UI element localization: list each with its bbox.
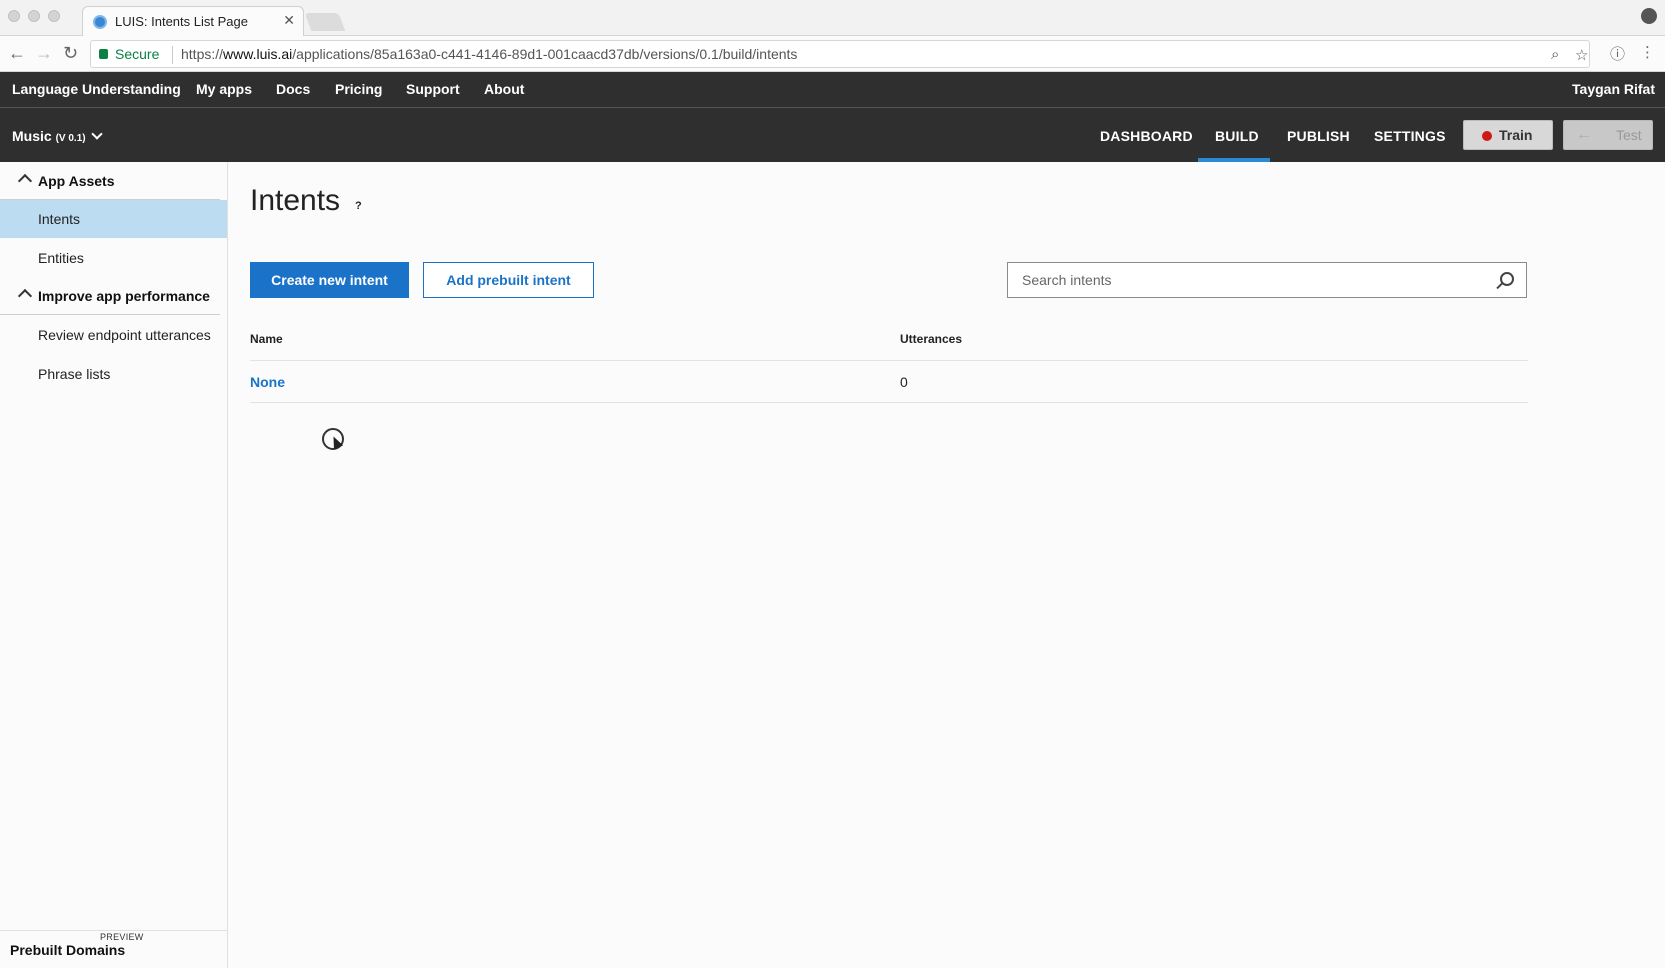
main-content: Intents ? Create new intent Add prebuilt… (228, 162, 1665, 968)
forward-arrow-icon[interactable]: → (35, 43, 53, 64)
back-arrow-icon[interactable]: ← (8, 43, 26, 64)
mouse-cursor-icon (322, 428, 344, 450)
tab-close-icon[interactable]: ✕ (283, 12, 295, 29)
browser-menu-icon[interactable]: ⋮ (1640, 43, 1655, 61)
prebuilt-domains-link[interactable]: Prebuilt Domains (10, 942, 125, 958)
utterance-count: 0 (900, 374, 908, 390)
window-minimize-icon[interactable] (28, 10, 40, 22)
search-icon[interactable] (1500, 272, 1514, 286)
omnibox-divider (172, 46, 173, 64)
table-row: None 0 (250, 361, 1528, 403)
preview-badge: PREVIEW (100, 932, 144, 942)
app-selector[interactable]: Music (V 0.1) (12, 128, 104, 144)
nav-link-about[interactable]: About (484, 81, 524, 97)
url-text[interactable]: https://www.luis.ai/applications/85a163a… (181, 46, 797, 62)
address-bar[interactable]: Secure https://www.luis.ai/applications/… (90, 40, 1590, 68)
sidebar-item-label: Phrase lists (38, 366, 111, 382)
search-box (1007, 262, 1527, 298)
sidebar-group-improve-app-performance[interactable]: Improve app performance (0, 277, 220, 315)
secure-label: Secure (115, 46, 160, 62)
sidebar-item-intents[interactable]: Intents (0, 200, 227, 238)
tab-settings[interactable]: SETTINGS (1374, 128, 1446, 144)
new-tab-button[interactable] (304, 13, 346, 31)
sidebar-bottom-divider (0, 930, 228, 931)
bookmark-star-icon[interactable]: ☆ (1575, 46, 1588, 64)
app-name: Music (12, 128, 52, 144)
sidebar-group-label: Improve app performance (38, 288, 210, 304)
tab-title: LUIS: Intents List Page (115, 14, 248, 29)
column-header-utterances[interactable]: Utterances (900, 332, 962, 346)
intent-name-link[interactable]: None (250, 374, 285, 390)
luis-favicon-icon (93, 15, 107, 29)
test-label: Test (1616, 127, 1642, 143)
test-button[interactable]: ← Test (1563, 120, 1653, 150)
nav-link-support[interactable]: Support (406, 81, 460, 97)
chevron-up-icon (17, 288, 33, 304)
arrow-left-icon: ← (1576, 126, 1592, 143)
nav-link-my-apps[interactable]: My apps (196, 81, 252, 97)
zoom-icon[interactable]: ⌕ (1551, 46, 1559, 63)
browser-tabstrip: LUIS: Intents List Page ✕ (0, 0, 1665, 36)
window-close-icon[interactable] (8, 10, 20, 22)
sidebar-item-review-endpoint-utterances[interactable]: Review endpoint utterances (0, 316, 227, 354)
train-label: Train (1499, 127, 1533, 143)
chevron-down-icon (91, 128, 104, 140)
tab-publish[interactable]: PUBLISH (1287, 128, 1350, 144)
user-name[interactable]: Taygan Rifat (1572, 81, 1655, 97)
reload-icon[interactable]: ↻ (63, 43, 78, 64)
sidebar-item-label: Intents (38, 211, 81, 227)
tab-build[interactable]: BUILD (1215, 128, 1259, 144)
create-new-intent-button[interactable]: Create new intent (250, 262, 409, 298)
browser-tab-active[interactable]: LUIS: Intents List Page ✕ (82, 6, 304, 36)
search-input[interactable] (1008, 263, 1488, 297)
top-navigation: Language Understanding My apps Docs Pric… (0, 72, 1665, 108)
column-header-name[interactable]: Name (250, 332, 283, 346)
sidebar-item-label: Entities (38, 250, 84, 266)
brand-link[interactable]: Language Understanding (12, 81, 181, 97)
chevron-up-icon (17, 173, 33, 189)
info-icon[interactable]: ⓘ (1610, 43, 1625, 64)
add-prebuilt-intent-button[interactable]: Add prebuilt intent (423, 262, 594, 298)
nav-link-docs[interactable]: Docs (276, 81, 310, 97)
lock-icon (99, 49, 108, 59)
browser-profile-icon[interactable] (1641, 8, 1657, 24)
sidebar-item-phrase-lists[interactable]: Phrase lists (0, 355, 227, 393)
url-scheme: https:// (181, 46, 224, 62)
sidebar: App Assets Intents Entities Improve app … (0, 162, 228, 968)
browser-toolbar: ← → ↻ Secure https://www.luis.ai/applica… (0, 36, 1665, 72)
app-version: (V 0.1) (55, 133, 86, 144)
url-path: /applications/85a163a0-c441-4146-89d1-00… (292, 46, 798, 62)
page-title: Intents (250, 184, 341, 217)
sidebar-group-label: App Assets (38, 173, 115, 189)
nav-link-pricing[interactable]: Pricing (335, 81, 382, 97)
app-subnav: Music (V 0.1) DASHBOARD BUILD PUBLISH SE… (0, 108, 1665, 162)
tab-dashboard[interactable]: DASHBOARD (1100, 128, 1193, 144)
sidebar-item-label: Review endpoint utterances (38, 327, 211, 343)
train-status-dot-icon (1482, 131, 1492, 141)
sidebar-group-app-assets[interactable]: App Assets (0, 162, 220, 200)
window-maximize-icon[interactable] (48, 10, 60, 22)
sidebar-item-entities[interactable]: Entities (0, 239, 227, 277)
help-icon[interactable]: ? (355, 200, 362, 212)
url-host: www.luis.ai (223, 46, 293, 62)
train-button[interactable]: Train (1463, 120, 1553, 150)
